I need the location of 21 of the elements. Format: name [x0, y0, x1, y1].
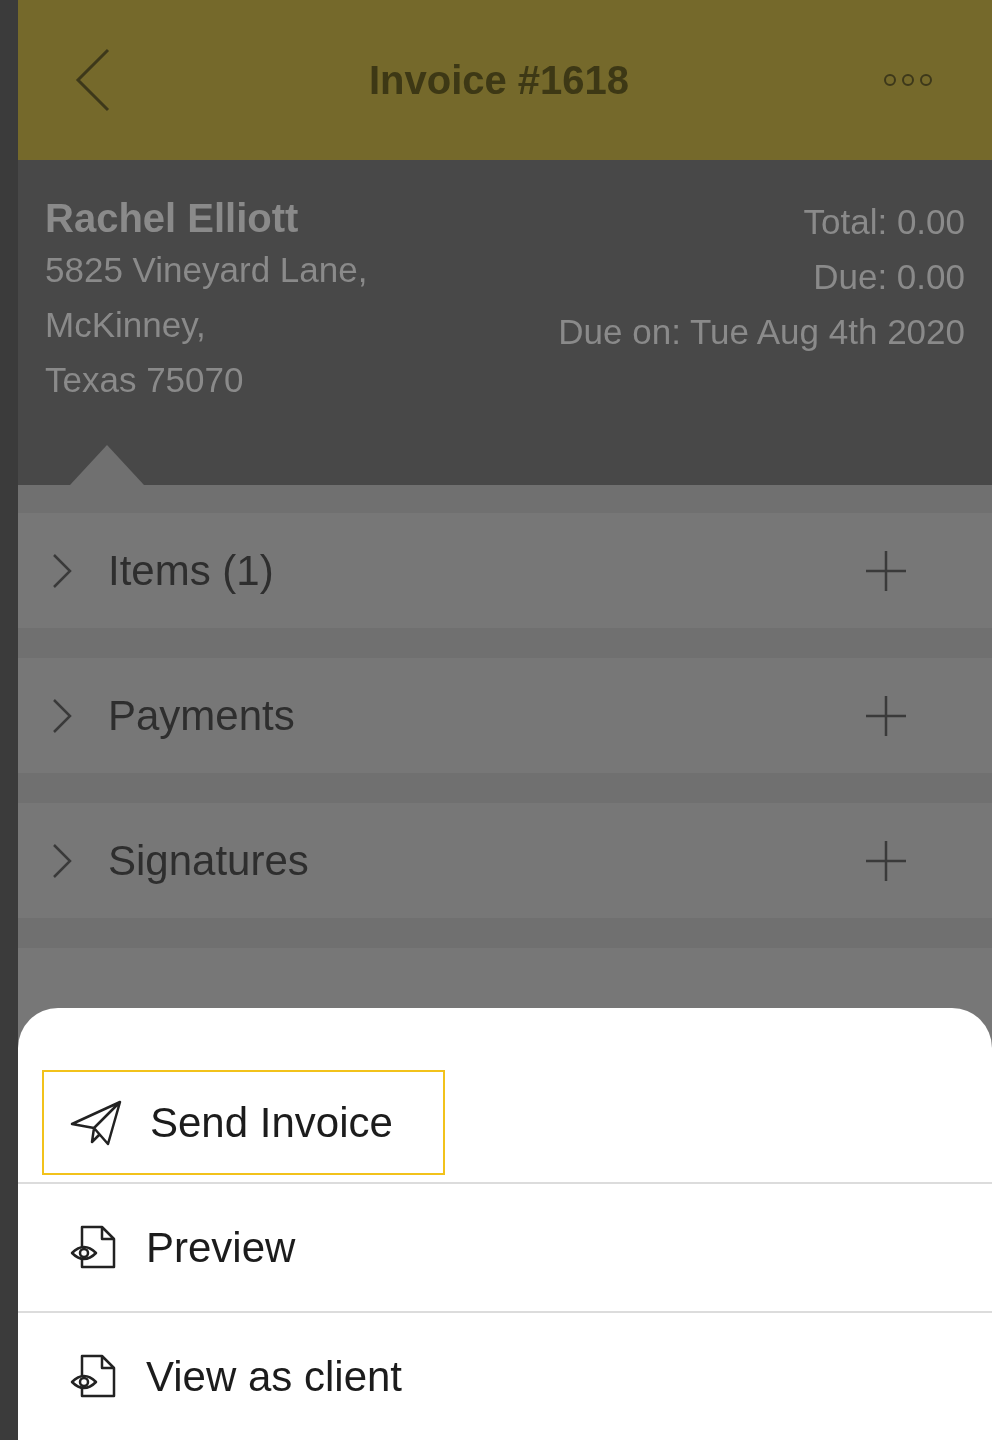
add-icon[interactable]	[866, 840, 906, 881]
more-dots-icon	[882, 73, 934, 87]
sheet-action[interactable]: Send Invoice	[42, 1070, 445, 1175]
section-label: Signatures	[108, 836, 310, 886]
paper-plane-icon	[70, 1099, 122, 1146]
total-line: Total: 0.00	[803, 201, 965, 243]
invoice-title: Invoice #1618	[367, 57, 631, 104]
total-line: Due: 0.00	[813, 256, 965, 298]
pointer-notch-icon	[70, 445, 144, 485]
back-chevron-icon	[74, 48, 110, 112]
sheet-action[interactable]: Preview	[42, 1194, 348, 1300]
section-label: Items (1)	[108, 546, 275, 596]
address-line: 5825 Vineyard Lane,	[45, 249, 368, 291]
add-icon[interactable]	[866, 695, 906, 736]
sheet-action[interactable]: View as client	[42, 1323, 455, 1429]
total-line: Due on: Tue Aug 4th 2020	[558, 311, 965, 353]
address-line: Texas 75070	[45, 359, 245, 401]
section-label: Payments	[108, 691, 296, 741]
address-line: McKinney,	[45, 304, 207, 346]
client-name: Rachel Elliott	[45, 195, 300, 242]
add-icon[interactable]	[866, 550, 906, 591]
